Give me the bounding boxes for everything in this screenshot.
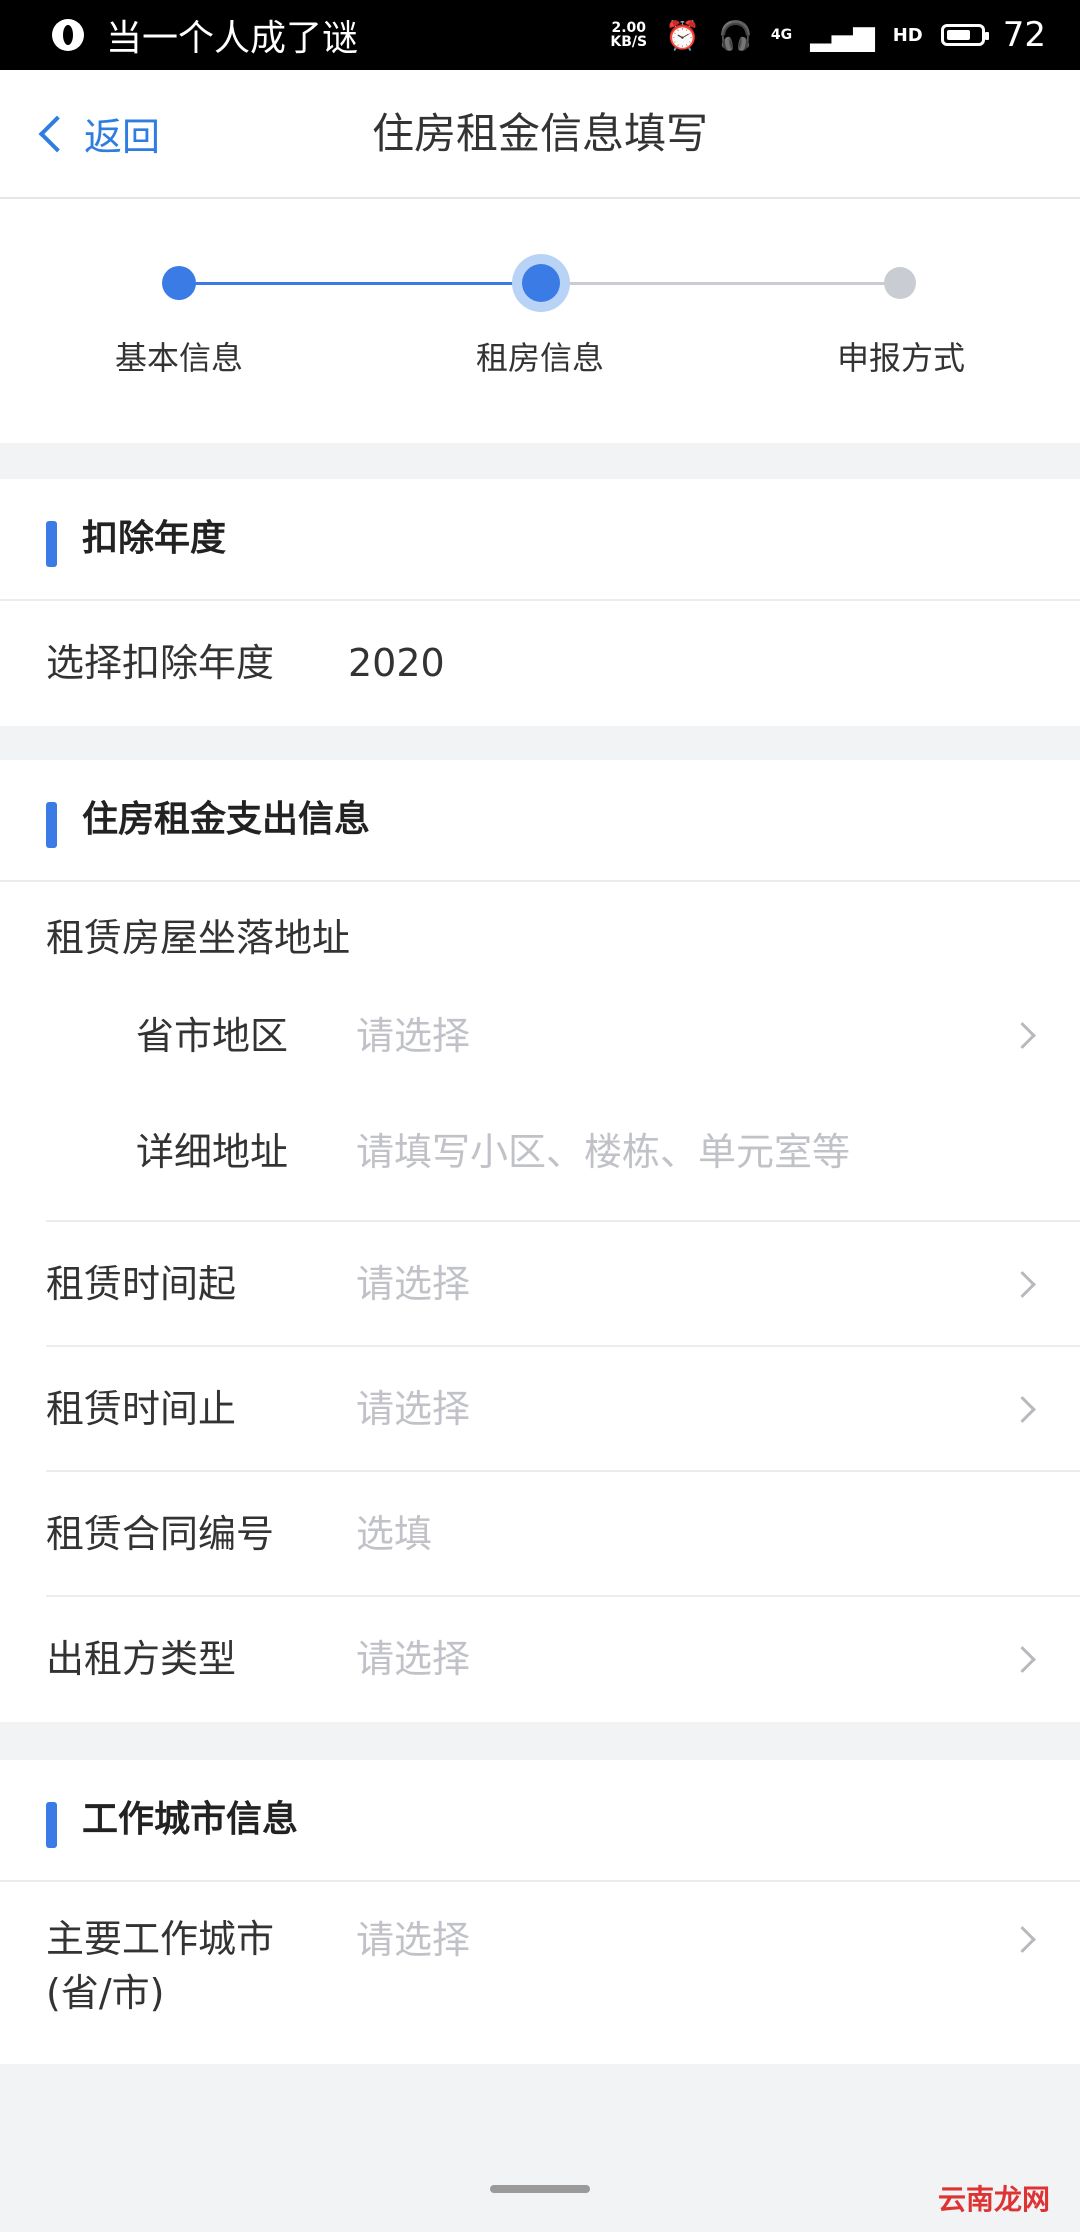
network-type: 4G — [770, 27, 793, 43]
lessor-type-select[interactable]: 请选择 — [356, 1597, 470, 1722]
step-label-basic: 基本信息 — [114, 339, 243, 377]
work-city-row[interactable]: 主要工作城市 (省/市) 请选择 — [0, 1882, 1080, 2064]
lessor-type-row[interactable]: 出租方类型 请选择 — [0, 1597, 1080, 1722]
watermark: 云南龙网 — [937, 2183, 1050, 2216]
end-date-label: 租赁时间止 — [46, 1387, 237, 1431]
section-accent-bar — [46, 802, 57, 848]
rent-section: 住房租金支出信息 租赁房屋坐落地址 省市地区 请选择 详细地址 请填写小区、楼栋… — [0, 760, 1080, 1722]
signal-icon: ▂▄▆ — [810, 18, 875, 52]
home-indicator[interactable] — [490, 2185, 590, 2193]
start-date-label: 租赁时间起 — [46, 1262, 237, 1306]
progress-stepper: 基本信息 租房信息 申报方式 — [0, 199, 1080, 443]
step-dot-declare — [884, 267, 916, 299]
city-section: 工作城市信息 主要工作城市 (省/市) 请选择 — [0, 1760, 1080, 2064]
detail-address-row[interactable]: 详细地址 请填写小区、楼栋、单元室等 — [0, 1090, 1080, 1222]
step-label-rent: 租房信息 — [475, 339, 604, 377]
year-value[interactable]: 2020 — [348, 601, 445, 726]
year-label: 选择扣除年度 — [46, 641, 275, 685]
start-date-row[interactable]: 租赁时间起 请选择 — [0, 1222, 1080, 1347]
page-title: 住房租金信息填写 — [371, 109, 708, 158]
section-accent-bar — [46, 521, 57, 567]
chevron-right-icon — [1009, 1645, 1036, 1673]
region-label: 省市地区 — [136, 1014, 289, 1058]
end-date-select[interactable]: 请选择 — [356, 1347, 470, 1472]
year-section: 扣除年度 选择扣除年度 2020 — [0, 479, 1080, 726]
address-label: 租赁房屋坐落地址 — [46, 916, 351, 960]
region-select[interactable]: 请选择 — [356, 982, 470, 1090]
lessor-type-label: 出租方类型 — [46, 1637, 237, 1681]
address-group-header: 租赁房屋坐落地址 — [0, 882, 1080, 982]
chevron-right-icon — [1009, 1926, 1036, 1953]
stepper-line-done — [178, 282, 540, 285]
step-dot-basic — [162, 266, 196, 300]
work-city-select[interactable]: 请选择 — [356, 1882, 470, 1998]
work-city-label: 主要工作城市 (省/市) — [46, 1917, 275, 2015]
headphones-icon: 🎧 — [718, 18, 753, 52]
contract-number-label: 租赁合同编号 — [46, 1512, 275, 1556]
detail-address-label: 详细地址 — [136, 1130, 289, 1174]
section-accent-bar — [46, 1802, 57, 1848]
notification-text: 当一个人成了谜 — [106, 18, 359, 59]
section-title: 扣除年度 — [82, 518, 227, 559]
chevron-right-icon — [1009, 1022, 1036, 1049]
network-speed: 2.00 KB/S — [610, 20, 648, 50]
section-title: 工作城市信息 — [82, 1799, 299, 1840]
section-header: 住房租金支出信息 — [0, 760, 1080, 882]
chevron-right-icon — [1009, 1270, 1036, 1298]
status-bar: 当一个人成了谜 2.00 KB/S ⏰ 🎧 4G ▂▄▆ HD 72 — [0, 0, 1080, 70]
section-title: 住房租金支出信息 — [82, 799, 371, 840]
contract-number-row[interactable]: 租赁合同编号 选填 — [0, 1472, 1080, 1597]
end-date-row[interactable]: 租赁时间止 请选择 — [0, 1347, 1080, 1472]
section-header: 工作城市信息 — [0, 1760, 1080, 1882]
battery-level: 72 — [1002, 15, 1046, 55]
battery-icon — [940, 24, 989, 46]
section-header: 扣除年度 — [0, 479, 1080, 601]
alarm-icon: ⏰ — [665, 18, 700, 52]
app-notification-icon — [52, 19, 84, 51]
step-label-declare: 申报方式 — [836, 339, 965, 377]
contract-number-input[interactable]: 选填 — [356, 1472, 432, 1597]
nav-header: 返回 住房租金信息填写 — [0, 70, 1080, 199]
chevron-right-icon — [1009, 1395, 1036, 1423]
hd-icon: HD — [892, 24, 923, 46]
stepper-line-todo — [540, 282, 902, 285]
region-row[interactable]: 省市地区 请选择 — [0, 982, 1080, 1090]
year-row[interactable]: 选择扣除年度 2020 — [0, 601, 1080, 726]
detail-address-input[interactable]: 请填写小区、楼栋、单元室等 — [356, 1090, 850, 1214]
start-date-select[interactable]: 请选择 — [356, 1222, 470, 1347]
step-dot-rent — [522, 264, 560, 302]
